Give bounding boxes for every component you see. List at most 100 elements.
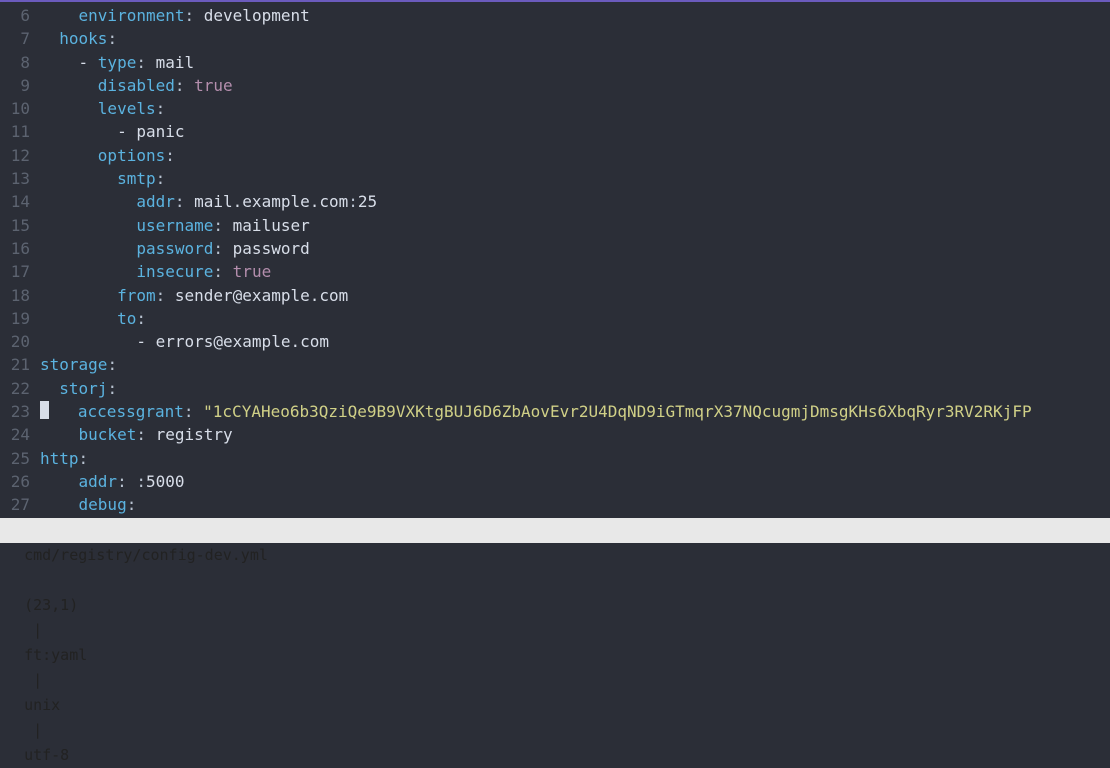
code-line[interactable]: options: — [40, 144, 1110, 167]
line-number: 13 — [0, 167, 36, 190]
line-number: 14 — [0, 190, 36, 213]
code-token — [223, 262, 233, 281]
code-token: password — [223, 239, 310, 258]
code-token: : — [156, 99, 166, 118]
code-editor[interactable]: 6789101112131415161718192021222324252627… — [0, 0, 1110, 518]
code-token: levels — [98, 99, 156, 118]
code-line[interactable]: environment: development — [40, 4, 1110, 27]
code-line[interactable]: smtp: — [40, 167, 1110, 190]
code-token: options — [98, 146, 165, 165]
code-area[interactable]: environment: development hooks: - type: … — [40, 2, 1110, 518]
code-token: : — [136, 309, 146, 328]
code-line[interactable]: from: sender@example.com — [40, 284, 1110, 307]
code-line[interactable]: password: password — [40, 237, 1110, 260]
code-token: : — [107, 355, 117, 374]
code-token — [40, 169, 117, 188]
code-token: - errors@example.com — [40, 332, 329, 351]
line-number: 23 — [0, 400, 36, 423]
code-token: true — [194, 76, 233, 95]
code-token — [40, 286, 117, 305]
code-line[interactable]: to: — [40, 307, 1110, 330]
line-number: 19 — [0, 307, 36, 330]
code-token: insecure — [136, 262, 213, 281]
code-token: smtp — [117, 169, 156, 188]
code-token: storj — [59, 379, 107, 398]
code-token: bucket — [79, 425, 137, 444]
line-number: 22 — [0, 377, 36, 400]
code-token: : — [213, 239, 223, 258]
code-token — [40, 216, 136, 235]
status-cursor: (23,1) — [24, 596, 78, 614]
code-line[interactable]: insecure: true — [40, 260, 1110, 283]
code-line[interactable]: - type: mail — [40, 51, 1110, 74]
code-token: : — [175, 76, 185, 95]
line-number: 26 — [0, 470, 36, 493]
code-token: environment — [79, 6, 185, 25]
code-token: registry — [146, 425, 233, 444]
line-number-gutter: 6789101112131415161718192021222324252627 — [0, 2, 36, 518]
code-token — [40, 146, 98, 165]
code-token — [40, 99, 98, 118]
code-token: hooks — [59, 29, 107, 48]
line-number: 11 — [0, 120, 36, 143]
code-token — [127, 472, 137, 491]
code-token — [40, 379, 59, 398]
code-token: debug — [79, 495, 127, 514]
code-line[interactable]: - errors@example.com — [40, 330, 1110, 353]
text-cursor — [40, 401, 49, 419]
line-number: 6 — [0, 4, 36, 27]
code-token: "1cCYAHeo6b3QziQe9B9VXKtgBUJ6D6ZbAovEvr2… — [203, 402, 1031, 421]
code-line[interactable]: storage: — [40, 353, 1110, 376]
code-line[interactable]: addr: :5000 — [40, 470, 1110, 493]
code-token: accessgrant — [78, 402, 184, 421]
code-token: : — [136, 472, 146, 491]
code-line[interactable]: http: — [40, 447, 1110, 470]
line-number: 25 — [0, 447, 36, 470]
code-token — [49, 402, 78, 421]
code-line[interactable]: debug: — [40, 493, 1110, 516]
code-token: : — [213, 216, 223, 235]
code-token: mail.example.com — [185, 192, 349, 211]
code-token: mail — [146, 53, 194, 72]
code-token: password — [136, 239, 213, 258]
code-token — [40, 76, 98, 95]
line-number: 20 — [0, 330, 36, 353]
code-line[interactable]: disabled: true — [40, 74, 1110, 97]
line-number: 15 — [0, 214, 36, 237]
code-token: storage — [40, 355, 107, 374]
code-line[interactable]: levels: — [40, 97, 1110, 120]
code-token: to — [117, 309, 136, 328]
code-line[interactable]: accessgrant: "1cCYAHeo6b3QziQe9B9VXKtgBU… — [40, 400, 1110, 423]
code-token — [40, 425, 79, 444]
code-token — [40, 262, 136, 281]
line-number: 12 — [0, 144, 36, 167]
code-line[interactable]: storj: — [40, 377, 1110, 400]
status-newline: unix — [24, 696, 60, 714]
line-number: 8 — [0, 51, 36, 74]
code-token: : — [185, 6, 195, 25]
code-token: - panic — [40, 122, 185, 141]
code-token: - — [40, 53, 98, 72]
code-token — [40, 192, 136, 211]
code-token: : — [117, 472, 127, 491]
code-token — [40, 495, 79, 514]
code-token: : — [165, 146, 175, 165]
code-token — [40, 309, 117, 328]
code-token: true — [233, 262, 272, 281]
status-sep3: | — [24, 721, 51, 739]
code-line[interactable]: hooks: — [40, 27, 1110, 50]
line-number: 7 — [0, 27, 36, 50]
code-token — [40, 239, 136, 258]
status-bar: cmd/registry/config-dev.yml (23,1) | ft:… — [0, 518, 1110, 543]
code-line[interactable]: bucket: registry — [40, 423, 1110, 446]
code-token: 25 — [358, 192, 377, 211]
code-line[interactable]: addr: mail.example.com:25 — [40, 190, 1110, 213]
code-line[interactable]: username: mailuser — [40, 214, 1110, 237]
code-token: sender@example.com — [165, 286, 348, 305]
line-number: 18 — [0, 284, 36, 307]
code-token: : — [127, 495, 137, 514]
code-token — [40, 29, 59, 48]
code-line[interactable]: - panic — [40, 120, 1110, 143]
code-token: : — [136, 425, 146, 444]
line-number: 27 — [0, 493, 36, 516]
